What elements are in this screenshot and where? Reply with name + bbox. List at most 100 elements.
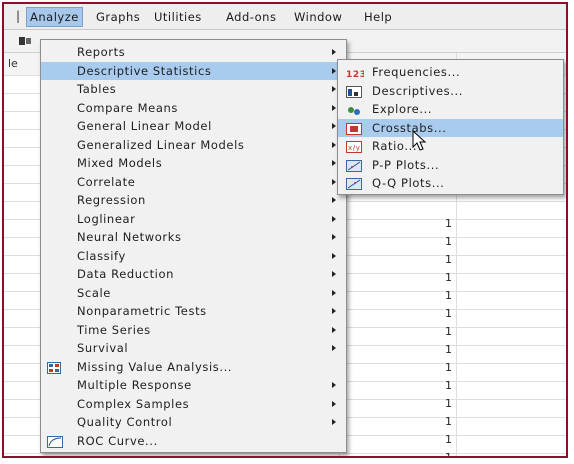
menu-item-label: Crosstabs... (372, 120, 447, 135)
qq-plots-icon (346, 177, 362, 190)
menu-item-label: Mixed Models (77, 156, 163, 170)
submenu-arrow-icon (332, 67, 336, 74)
menu-item-explore[interactable]: Explore... (338, 100, 563, 118)
toolbar-tool-icon[interactable] (18, 35, 32, 47)
menu-item-label: Reports (77, 45, 126, 59)
menu-item-label: Compare Means (77, 100, 178, 115)
analyze-menu: Reports Descriptive Statistics Tables Compa… (40, 39, 347, 453)
menu-item-label: Scale (77, 285, 111, 300)
submenu-arrow-icon (332, 382, 336, 388)
menu-item-nonparametric-tests[interactable]: Nonparametric Tests (41, 302, 346, 320)
menu-item-label: ROC Curve... (77, 433, 158, 448)
submenu-arrow-icon (332, 308, 336, 314)
menu-item-time-series[interactable]: Time Series (41, 321, 346, 339)
menu-item-label: Q-Q Plots... (372, 176, 445, 190)
menubar-separator: | (16, 9, 21, 23)
ratio-icon: x/y (346, 140, 362, 153)
menu-item-roc-curve[interactable]: ROC Curve... (41, 432, 346, 450)
menu-item-survival[interactable]: Survival (41, 339, 346, 357)
menu-item-classify[interactable]: Classify (41, 247, 346, 265)
grid-cell-value[interactable]: 1 (432, 217, 452, 230)
submenu-arrow-icon (332, 271, 336, 277)
grid-cell-value[interactable]: 1 (432, 325, 452, 338)
menu-item-label: Frequencies... (372, 65, 461, 79)
roc-curve-icon (47, 435, 63, 448)
menu-item-missing-value-analysis[interactable]: Missing Value Analysis... (41, 358, 346, 376)
menu-item-descriptives[interactable]: Descriptives... (338, 82, 563, 100)
menu-item-label: Correlate (77, 174, 136, 189)
grid-cell-value[interactable]: 1 (432, 415, 452, 428)
descriptives-icon (346, 85, 362, 98)
menu-item-compare-means[interactable]: Compare Means (41, 99, 346, 117)
menu-item-label: Descriptives... (372, 83, 464, 98)
app-window: | Analyze Graphs Utilities Add-ons Windo… (2, 2, 568, 458)
grid-cell-value[interactable]: 1 (432, 271, 452, 284)
menu-item-reports[interactable]: Reports (41, 43, 346, 61)
grid-cell-value[interactable]: 1 (432, 451, 452, 456)
menu-item-tables[interactable]: Tables (41, 80, 346, 98)
menu-item-generalized-linear-models[interactable]: Generalized Linear Models (41, 136, 346, 154)
menu-item-q-q-plots[interactable]: Q-Q Plots... (338, 174, 563, 192)
submenu-arrow-icon (332, 49, 336, 55)
submenu-arrow-icon (332, 104, 336, 111)
menubar: | Analyze Graphs Utilities Add-ons Windo… (4, 4, 566, 30)
explore-icon (346, 103, 360, 115)
menu-graphs[interactable]: Graphs (96, 8, 140, 26)
menu-item-complex-samples[interactable]: Complex Samples (41, 395, 346, 413)
descriptive-statistics-submenu: 123 Frequencies... Descriptives... Explore.… (337, 59, 564, 195)
grid-cell-value[interactable]: 1 (432, 307, 452, 320)
menu-item-data-reduction[interactable]: Data Reduction (41, 265, 346, 283)
menu-item-mixed-models[interactable]: Mixed Models (41, 154, 346, 172)
submenu-arrow-icon (332, 178, 336, 185)
menu-item-label: Nonparametric Tests (77, 304, 207, 318)
menu-window[interactable]: Window (294, 8, 342, 26)
menu-item-ratio[interactable]: x/y Ratio... (338, 137, 563, 155)
submenu-arrow-icon (332, 345, 336, 351)
menu-help[interactable]: Help (364, 8, 392, 26)
menu-analyze[interactable]: Analyze (26, 7, 83, 27)
menu-item-multiple-response[interactable]: Multiple Response (41, 376, 346, 394)
menu-item-loglinear[interactable]: Loglinear (41, 210, 346, 228)
menu-item-neural-networks[interactable]: Neural Networks (41, 228, 346, 246)
menu-item-crosstabs[interactable]: Crosstabs... (338, 118, 563, 137)
submenu-arrow-icon (332, 252, 336, 259)
menu-utilities[interactable]: Utilities (154, 8, 202, 26)
grid-cell-value[interactable]: 1 (432, 397, 452, 410)
menu-item-frequencies[interactable]: 123 Frequencies... (338, 63, 563, 81)
menu-item-label: Regression (77, 193, 146, 207)
menu-item-label: Explore... (372, 102, 433, 116)
grid-cell-value[interactable]: 1 (432, 379, 452, 392)
menu-item-label: General Linear Model (77, 119, 212, 133)
menu-item-label: Neural Networks (77, 230, 182, 244)
menu-add-ons[interactable]: Add-ons (226, 8, 276, 26)
menu-item-label: Generalized Linear Models (77, 137, 245, 152)
grid-cell-value[interactable]: 1 (432, 343, 452, 356)
grid-cell-value[interactable]: 1 (432, 253, 452, 266)
grid-cell-value[interactable]: 1 (432, 361, 452, 374)
pp-plots-icon (346, 159, 362, 172)
grid-cell-value[interactable]: 1 (432, 433, 452, 446)
menu-item-general-linear-model[interactable]: General Linear Model (41, 117, 346, 135)
submenu-arrow-icon (332, 141, 336, 148)
menu-item-label: Survival (77, 341, 129, 355)
header-cell-left: le (8, 57, 18, 70)
menu-item-scale[interactable]: Scale (41, 284, 346, 302)
submenu-arrow-icon (332, 123, 336, 129)
menu-item-label: Loglinear (77, 211, 136, 226)
missing-value-icon (47, 361, 61, 374)
grid-cell-value[interactable]: 1 (432, 289, 452, 302)
menu-item-descriptive-statistics[interactable]: Descriptive Statistics (41, 61, 346, 80)
menu-item-quality-control[interactable]: Quality Control (41, 413, 346, 431)
menu-item-correlate[interactable]: Correlate (41, 173, 346, 191)
grid-cell-value[interactable]: 1 (432, 235, 452, 248)
menu-item-label: Multiple Response (77, 378, 192, 392)
submenu-arrow-icon (332, 289, 336, 296)
menu-item-label: Time Series (77, 322, 151, 337)
crosstabs-icon (346, 122, 362, 135)
submenu-arrow-icon (332, 215, 336, 222)
submenu-arrow-icon (332, 400, 336, 407)
submenu-arrow-icon (332, 160, 336, 166)
menu-item-p-p-plots[interactable]: P-P Plots... (338, 156, 563, 174)
svg-text:x/y: x/y (348, 144, 360, 152)
menu-item-regression[interactable]: Regression (41, 191, 346, 209)
